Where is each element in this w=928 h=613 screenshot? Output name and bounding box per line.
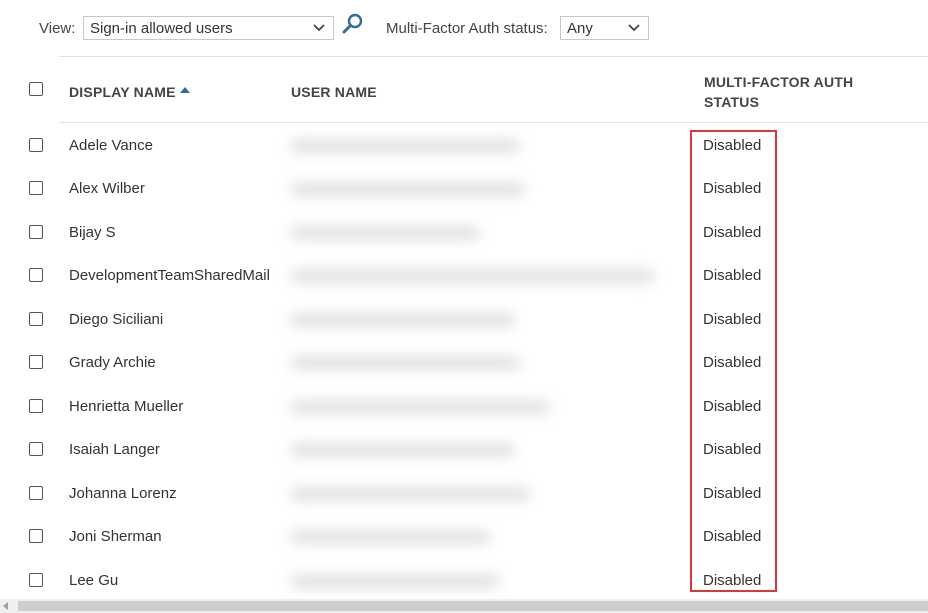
display-name-cell: Adele Vance <box>69 137 153 154</box>
display-name-cell: Johanna Lorenz <box>69 485 177 502</box>
row-checkbox[interactable] <box>29 312 43 326</box>
user-name-cell-redacted <box>290 226 480 240</box>
toolbar: View: Sign-in allowed users Multi-Factor… <box>0 0 928 56</box>
select-all-checkbox[interactable] <box>29 82 43 96</box>
row-checkbox[interactable] <box>29 268 43 282</box>
table-row[interactable]: Johanna Lorenz Disabled <box>0 479 928 522</box>
mfa-status-select[interactable]: Any <box>560 16 649 40</box>
user-name-cell-redacted <box>290 269 655 283</box>
user-name-cell-redacted <box>290 356 520 370</box>
mfa-status-select-value: Any <box>567 20 593 37</box>
mfa-status-label: Multi-Factor Auth status: <box>386 20 548 37</box>
table-row[interactable]: Isaiah Langer Disabled <box>0 435 928 478</box>
table-row[interactable]: Henrietta Mueller Disabled <box>0 392 928 435</box>
view-label: View: <box>39 20 76 37</box>
scroll-left-arrow-icon[interactable] <box>3 602 8 610</box>
display-name-cell: Henrietta Mueller <box>69 398 184 415</box>
display-name-cell: Joni Sherman <box>69 528 162 545</box>
user-name-cell-redacted <box>290 313 515 327</box>
user-name-cell-redacted <box>290 139 520 153</box>
table-top-divider <box>59 56 928 57</box>
column-header-mfa-status-line2: STATUS <box>704 94 760 110</box>
display-name-cell: Bijay S <box>69 224 116 241</box>
column-header-mfa-status[interactable]: MULTI-FACTOR AUTH <box>704 74 853 90</box>
horizontal-scrollbar[interactable] <box>0 599 928 613</box>
view-select-value: Sign-in allowed users <box>90 20 233 37</box>
row-checkbox[interactable] <box>29 181 43 195</box>
user-name-cell-redacted <box>290 400 550 414</box>
display-name-cell: DevelopmentTeamSharedMail <box>69 267 270 284</box>
user-name-cell-redacted <box>290 487 530 501</box>
display-name-cell: Grady Archie <box>69 354 156 371</box>
row-checkbox[interactable] <box>29 355 43 369</box>
table-row[interactable]: Grady Archie Disabled <box>0 348 928 391</box>
row-checkbox[interactable] <box>29 442 43 456</box>
user-name-cell-redacted <box>290 530 490 544</box>
chevron-down-icon <box>313 24 325 32</box>
user-name-cell-redacted <box>290 443 515 457</box>
column-header-display-name[interactable]: DISPLAY NAME <box>69 84 176 100</box>
column-header-user-name[interactable]: USER NAME <box>291 84 377 100</box>
table-row[interactable]: Adele Vance Disabled <box>0 131 928 174</box>
display-name-cell: Isaiah Langer <box>69 441 160 458</box>
table-row[interactable]: DevelopmentTeamSharedMail Disabled <box>0 261 928 304</box>
search-icon[interactable] <box>341 12 365 36</box>
scrollbar-thumb[interactable] <box>18 601 928 611</box>
table-row[interactable]: Diego Siciliani Disabled <box>0 305 928 348</box>
row-checkbox[interactable] <box>29 225 43 239</box>
user-name-cell-redacted <box>290 182 525 196</box>
user-name-cell-redacted <box>290 574 500 588</box>
table-row[interactable]: Bijay S Disabled <box>0 218 928 261</box>
table-header-divider <box>59 122 928 123</box>
display-name-cell: Diego Siciliani <box>69 311 164 328</box>
sort-ascending-icon[interactable] <box>180 87 190 93</box>
row-checkbox[interactable] <box>29 138 43 152</box>
row-checkbox[interactable] <box>29 486 43 500</box>
view-select[interactable]: Sign-in allowed users <box>83 16 334 40</box>
row-checkbox[interactable] <box>29 399 43 413</box>
mfa-status-highlight-box <box>690 130 777 592</box>
row-checkbox[interactable] <box>29 573 43 587</box>
chevron-down-icon <box>628 24 640 32</box>
display-name-cell: Alex Wilber <box>69 180 145 197</box>
table-row[interactable]: Alex Wilber Disabled <box>0 174 928 217</box>
table-row[interactable]: Joni Sherman Disabled <box>0 522 928 565</box>
display-name-cell: Lee Gu <box>69 572 119 589</box>
row-checkbox[interactable] <box>29 529 43 543</box>
